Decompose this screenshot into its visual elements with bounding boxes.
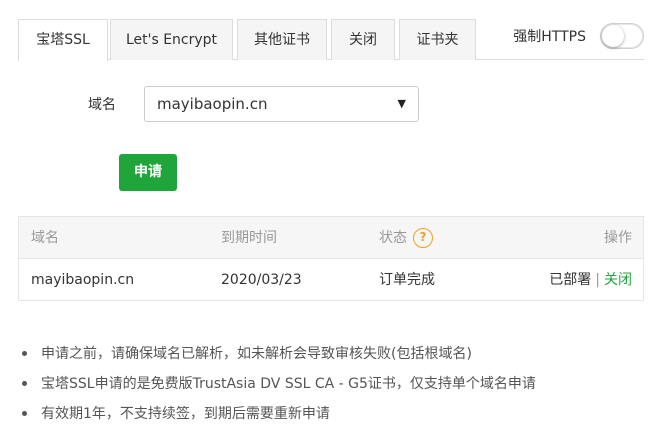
note-text: 宝塔SSL申请的是免费版TrustAsia DV SSL CA - G5证书，仅… [41, 376, 536, 392]
action-separator: | [595, 272, 600, 288]
header-domain: 域名 [31, 230, 59, 246]
row-domain: mayibaopin.cn [31, 272, 135, 288]
certificate-table: 域名 到期时间 状态 ? 操作 mayibaopin.cn 2020/03/23… [18, 216, 644, 301]
tab-close[interactable]: 关闭 [331, 19, 395, 60]
toggle-knob [602, 25, 624, 47]
ssl-tab-bar: 宝塔SSL Let's Encrypt 其他证书 关闭 证书夹 强制HTTPS [18, 18, 644, 61]
force-https-control: 强制HTTPS [513, 18, 644, 54]
row-status: 订单完成 [379, 272, 435, 288]
note-text: 有效期1年，不支持续签，到期后需要重新申请 [41, 406, 330, 422]
bullet-icon [22, 351, 27, 356]
tab-certificate-folder[interactable]: 证书夹 [399, 19, 476, 60]
chevron-down-icon: ▼ [397, 97, 406, 110]
tab-lets-encrypt[interactable]: Let's Encrypt [110, 19, 233, 60]
tab-other-certificates[interactable]: 其他证书 [237, 19, 327, 60]
list-item: 申请之前，请确保域名已解析，如未解析会导致审核失败(包括根域名) [22, 344, 642, 374]
table-header: 域名 到期时间 状态 ? 操作 [19, 217, 643, 259]
list-item: 有效期1年，不支持续签，到期后需要重新申请 [22, 404, 642, 434]
note-text: 申请之前，请确保域名已解析，如未解析会导致审核失败(包括根域名) [41, 346, 472, 362]
table-row: mayibaopin.cn 2020/03/23 订单完成 已部署 | 关闭 [19, 259, 643, 301]
force-https-label: 强制HTTPS [513, 29, 586, 45]
apply-button[interactable]: 申请 [119, 154, 177, 191]
notes-list: 申请之前，请确保域名已解析，如未解析会导致审核失败(包括根域名) 宝塔SSL申请… [22, 344, 642, 434]
header-expiry: 到期时间 [221, 230, 277, 246]
deployed-status: 已部署 [549, 272, 592, 288]
header-actions: 操作 [604, 230, 632, 246]
row-actions: 已部署 | 关闭 [549, 259, 632, 301]
ssl-panel: 宝塔SSL Let's Encrypt 其他证书 关闭 证书夹 强制HTTPS … [0, 0, 651, 437]
close-deployment-link[interactable]: 关闭 [604, 272, 632, 288]
bullet-icon [22, 381, 27, 386]
domain-select[interactable]: mayibaopin.cn ▼ [144, 86, 419, 122]
row-expiry: 2020/03/23 [221, 272, 302, 288]
list-item: 宝塔SSL申请的是免费版TrustAsia DV SSL CA - G5证书，仅… [22, 374, 642, 404]
force-https-toggle[interactable] [600, 23, 644, 49]
domain-select-value: mayibaopin.cn [157, 95, 268, 113]
domain-label: 域名 [88, 97, 116, 113]
header-status-label: 状态 [379, 230, 407, 246]
bullet-icon [22, 411, 27, 416]
header-status: 状态 ? [379, 217, 433, 259]
help-icon[interactable]: ? [413, 228, 433, 248]
tab-baota-ssl[interactable]: 宝塔SSL [18, 19, 108, 61]
